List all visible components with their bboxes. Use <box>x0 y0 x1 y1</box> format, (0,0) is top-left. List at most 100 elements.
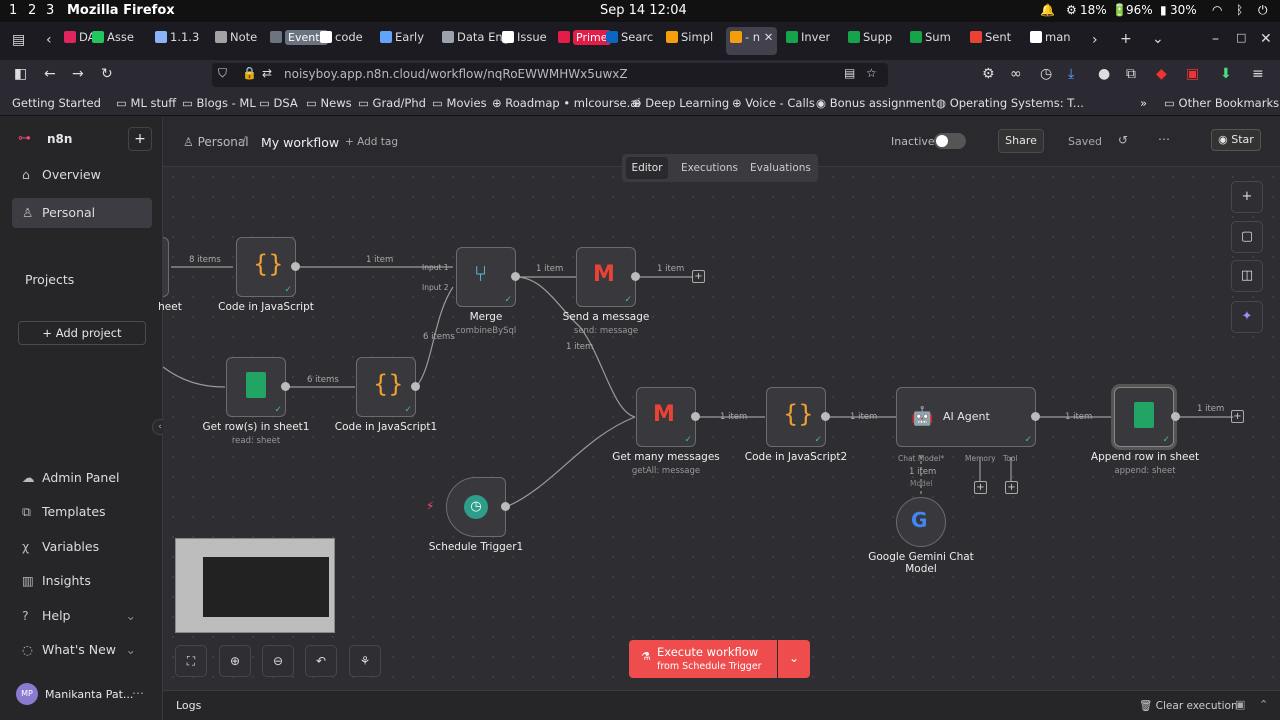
workflow-canvas[interactable]: Editor Executions Evaluations 8 items 1 … <box>158 154 1280 690</box>
sidebar-item-admin-panel[interactable]: ☁ Admin Panel <box>12 463 152 493</box>
output-port[interactable] <box>631 272 640 281</box>
bookmark-voice-calls[interactable]: ⊕ Voice - Calls <box>732 96 815 110</box>
bookmark-news[interactable]: ▭ News <box>306 96 352 110</box>
bookmark-dsa[interactable]: ▭ DSA <box>259 96 298 110</box>
execute-options-button[interactable]: ⌄ <box>778 640 810 678</box>
reader-icon[interactable]: ▤ <box>844 66 855 80</box>
bookmarks-overflow-icon[interactable]: » <box>1140 96 1147 110</box>
url-text[interactable]: noisyboy.app.n8n.cloud/workflow/nqRoEWWM… <box>284 67 628 81</box>
expand-icon[interactable]: ⌃ <box>1259 698 1268 711</box>
node-sheet-partial[interactable] <box>163 237 169 297</box>
add-memory-plus-icon[interactable]: + <box>974 481 987 494</box>
avatar[interactable]: MP <box>16 683 38 705</box>
back-icon[interactable]: ← <box>44 66 56 82</box>
add-tool-plus-icon[interactable]: + <box>1005 481 1018 494</box>
browser-tab[interactable]: Searc <box>606 30 653 52</box>
sidebar-item-templates[interactable]: ⧉ Templates <box>12 497 152 527</box>
node-send-a-message[interactable]: M ✓ <box>576 247 636 307</box>
workspace-1[interactable]: 1 <box>9 3 17 18</box>
extension-red-icon[interactable]: ◆ <box>1156 66 1167 82</box>
panel-toggle-button[interactable]: ◫ <box>1231 260 1263 292</box>
bookmark-star-icon[interactable]: ☆ <box>866 66 877 80</box>
output-port[interactable] <box>281 382 290 391</box>
browser-tab[interactable]: Simpl <box>666 30 713 52</box>
extension-avatar-icon[interactable]: ● <box>1098 66 1110 82</box>
bluetooth-icon[interactable]: ᛒ <box>1236 3 1243 17</box>
output-port[interactable] <box>821 412 830 421</box>
history-icon[interactable]: ↺ <box>1118 133 1128 147</box>
tab-overview-icon[interactable]: ▤ <box>12 32 25 48</box>
bookmark-ml-stuff[interactable]: ▭ ML stuff <box>116 96 176 110</box>
add-tag-button[interactable]: + Add tag <box>345 136 398 148</box>
add-node-plus-icon[interactable]: + <box>1231 410 1244 423</box>
browser-tab[interactable]: Prime <box>558 30 611 52</box>
node-code-in-javascript1[interactable]: {} ✓ <box>356 357 416 417</box>
browser-tab[interactable]: Note <box>215 30 257 52</box>
active-toggle[interactable] <box>934 133 966 149</box>
output-port[interactable] <box>1171 412 1180 421</box>
sidebar-item-personal[interactable]: ♙ Personal <box>12 198 152 228</box>
browser-tab[interactable]: code <box>320 30 363 52</box>
node-schedule-trigger[interactable]: ◷ <box>446 477 506 537</box>
power-icon[interactable]: ⏻ <box>1258 3 1268 18</box>
sidebar-item-help[interactable]: ? Help ⌄ <box>12 601 152 631</box>
sticky-note-button[interactable]: ▢ <box>1231 221 1263 253</box>
user-name[interactable]: Manikanta Pat... <box>45 688 133 701</box>
incognito-icon[interactable]: ∞ <box>1010 66 1022 82</box>
bookmark-operating-systems[interactable]: ◍ Operating Systems: T... <box>936 96 1084 110</box>
extensions-icon[interactable]: ⧉ <box>1126 66 1136 82</box>
extension-off-icon[interactable]: ▣ <box>1186 66 1199 82</box>
ai-assistant-button[interactable]: ✦ <box>1231 301 1263 333</box>
add-node-button[interactable]: + <box>1231 181 1263 213</box>
extension-green-icon[interactable]: ⬇ <box>1220 66 1232 82</box>
output-port[interactable] <box>1031 412 1040 421</box>
browser-tab[interactable]: Data Eng <box>442 30 510 52</box>
browser-tab[interactable]: Early <box>380 30 424 52</box>
browser-tab[interactable]: Supp <box>848 30 892 52</box>
node-code-in-javascript[interactable]: {} ✓ <box>236 237 296 297</box>
output-port[interactable] <box>511 272 520 281</box>
output-port[interactable] <box>291 262 300 271</box>
popout-icon[interactable]: ▣ <box>1235 698 1245 711</box>
node-google-gemini-chat-model[interactable]: G <box>896 497 946 547</box>
lock-icon[interactable]: 🔒 <box>242 66 257 80</box>
bookmark-bonus-assignment[interactable]: ◉ Bonus assignment <box>816 96 936 110</box>
undo-button[interactable]: ↶ <box>305 645 337 677</box>
browser-tab[interactable]: Asse <box>92 30 134 52</box>
workspace-3[interactable]: 3 <box>46 3 54 18</box>
browser-tab[interactable]: Inver <box>786 30 830 52</box>
sidebar-toggle-icon[interactable]: ◧ <box>14 66 27 82</box>
browser-tab[interactable]: Sent <box>970 30 1011 52</box>
create-button[interactable]: + <box>128 127 152 151</box>
output-port[interactable] <box>501 502 510 511</box>
download-icon[interactable]: ⤓ <box>1068 66 1074 82</box>
node-get-rows-in-sheet[interactable]: ✓ <box>226 357 286 417</box>
bookmark-roadmap[interactable]: ⊕ Roadmap • mlcourse.ai <box>492 96 641 110</box>
url-bar[interactable]: ⛉ 🔒 ⇄ noisyboy.app.n8n.cloud/workflow/nq… <box>212 63 888 87</box>
logs-toggle[interactable]: Logs <box>176 699 201 712</box>
permissions-icon[interactable]: ⇄ <box>262 66 272 80</box>
github-star-button[interactable]: ◉ Star <box>1211 129 1261 151</box>
tidy-up-button[interactable]: ⚘ <box>349 645 381 677</box>
menu-icon[interactable]: ≡ <box>1252 66 1264 82</box>
sidebar-item-variables[interactable]: χ Variables <box>12 532 152 562</box>
edge-to-getrows[interactable] <box>163 366 226 388</box>
browser-tab[interactable]: - n ✕ <box>726 27 778 55</box>
add-node-plus-icon[interactable]: + <box>692 270 705 283</box>
bell-icon[interactable]: 🔔 <box>1040 3 1055 17</box>
output-port[interactable] <box>691 412 700 421</box>
breadcrumb-project[interactable]: ♙ Personal <box>183 135 249 149</box>
bookmark-getting-started[interactable]: Getting Started <box>12 96 101 110</box>
browser-tab[interactable]: man <box>1030 30 1071 52</box>
bookmark-deep-learning[interactable]: ⊕ Deep Learning <box>632 96 729 110</box>
sidebar-item-overview[interactable]: ⌂ Overview <box>12 160 152 190</box>
share-button[interactable]: Share <box>998 129 1044 153</box>
tabs-scroll-left-icon[interactable]: ‹ <box>46 32 52 48</box>
browser-tab[interactable]: Sum <box>910 30 951 52</box>
minimap[interactable] <box>175 538 335 633</box>
output-port[interactable] <box>411 382 420 391</box>
bookmark-grad-phd[interactable]: ▭ Grad/Phd <box>358 96 426 110</box>
workspace-2[interactable]: 2 <box>28 3 36 18</box>
clear-execution-button[interactable]: 🗑 Clear execution <box>1139 699 1238 712</box>
sidebar-item-whats-new[interactable]: ◌ What's New ⌄ <box>12 635 152 665</box>
